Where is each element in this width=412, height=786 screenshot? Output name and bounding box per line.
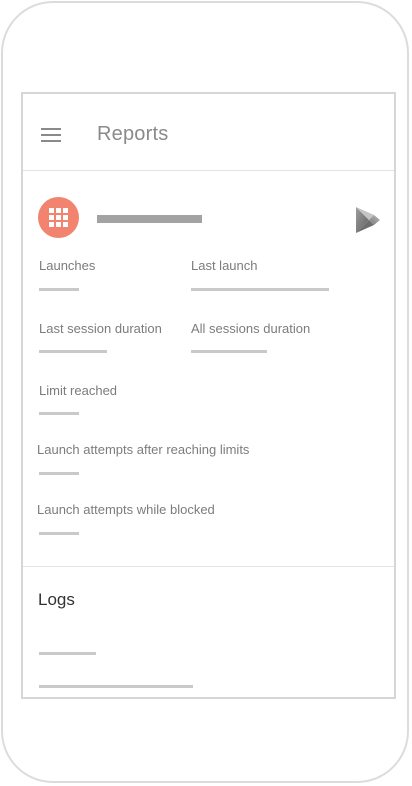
launches-value-placeholder xyxy=(39,288,79,291)
page-title: Reports xyxy=(97,123,169,145)
attempts-after-limits-label: Launch attempts after reaching limits xyxy=(37,442,250,457)
app-name-placeholder xyxy=(97,215,202,223)
log-entry-placeholder xyxy=(39,685,193,688)
limit-reached-value-placeholder xyxy=(39,412,79,415)
last-session-duration-value-placeholder xyxy=(39,350,107,353)
attempts-while-blocked-label: Launch attempts while blocked xyxy=(37,502,215,517)
last-session-duration-label: Last session duration xyxy=(39,321,162,336)
apps-grid-icon xyxy=(38,197,79,238)
attempts-while-blocked-value-placeholder xyxy=(39,532,79,535)
logs-title: Logs xyxy=(38,590,75,609)
log-entry-placeholder xyxy=(39,652,96,655)
section-divider xyxy=(23,566,394,567)
last-launch-value-placeholder xyxy=(191,288,329,291)
all-sessions-duration-label: All sessions duration xyxy=(191,321,311,336)
app-bar: Reports xyxy=(23,94,394,171)
all-sessions-duration-value-placeholder xyxy=(191,350,267,353)
hamburger-menu-icon[interactable] xyxy=(41,128,61,142)
play-store-icon[interactable] xyxy=(355,206,381,234)
phone-frame: Reports Launches Last launch Last sessio… xyxy=(1,1,409,783)
launches-label: Launches xyxy=(39,258,96,273)
attempts-after-limits-value-placeholder xyxy=(39,472,79,475)
limit-reached-label: Limit reached xyxy=(39,383,118,398)
app-screen: Reports Launches Last launch Last sessio… xyxy=(21,92,396,699)
last-launch-label: Last launch xyxy=(191,258,258,273)
